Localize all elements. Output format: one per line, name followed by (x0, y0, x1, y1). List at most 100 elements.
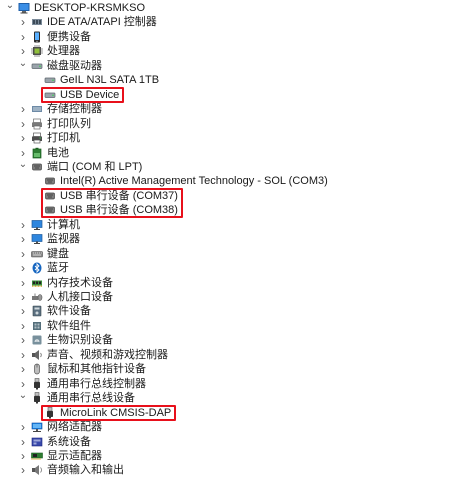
tree-item-label: Intel(R) Active Management Technology - … (60, 175, 328, 188)
keyboard-icon (31, 248, 43, 260)
usb-icon (31, 377, 43, 390)
tree-item-usb-ctrl[interactable]: › 通用串行总线控制器 (18, 377, 146, 391)
tree-item-ide[interactable]: › IDE ATA/ATAPI 控制器 (18, 15, 157, 29)
port-icon (44, 190, 56, 202)
tree-item-disk-geil[interactable]: GeIL N3L SATA 1TB (31, 73, 159, 87)
chevron-right-icon[interactable]: › (18, 261, 28, 275)
mouse-icon (31, 363, 43, 375)
chevron-right-icon[interactable]: › (18, 117, 28, 131)
software-component-icon (31, 320, 43, 332)
chevron-down-icon[interactable]: ⌄ (5, 0, 15, 13)
tree-item-label: 音频输入和输出 (47, 464, 124, 477)
tree-item-label: IDE ATA/ATAPI 控制器 (47, 16, 157, 29)
tree-item-computer-cat[interactable]: › 计算机 (18, 218, 80, 232)
bluetooth-icon (31, 262, 43, 274)
tree-item-system[interactable]: › 系统设备 (18, 435, 91, 449)
tree-item-label: 软件组件 (47, 319, 91, 332)
chevron-down-icon[interactable]: ⌄ (18, 157, 28, 171)
memory-icon (31, 277, 43, 289)
tree-item-microlink[interactable]: MicroLink CMSIS-DAP (31, 406, 171, 420)
chevron-right-icon[interactable]: › (18, 232, 28, 246)
chevron-right-icon[interactable]: › (18, 247, 28, 261)
tree-item-hid[interactable]: › 人机接口设备 (18, 290, 113, 304)
tree-item-printer[interactable]: › 打印机 (18, 131, 80, 145)
tree-item-port-intel[interactable]: Intel(R) Active Management Technology - … (31, 174, 328, 188)
tree-item-label: 打印机 (47, 132, 80, 145)
disk-drive-icon (31, 60, 43, 72)
tree-item-disk-usb[interactable]: USB Device (31, 88, 119, 102)
tree-item-storage-ctrl[interactable]: › 存储控制器 (18, 102, 102, 116)
tree-item-sound[interactable]: › 声音、视频和游戏控制器 (18, 348, 168, 362)
tree-item-port-com37[interactable]: USB 串行设备 (COM37) (31, 189, 178, 203)
printer-icon (31, 132, 43, 144)
chevron-right-icon[interactable]: › (18, 348, 28, 362)
tree-item-label: 鼠标和其他指针设备 (47, 363, 146, 376)
chevron-down-icon[interactable]: ⌄ (18, 56, 28, 70)
chevron-right-icon[interactable]: › (18, 333, 28, 347)
tree-item-monitors[interactable]: › 监视器 (18, 232, 80, 246)
tree-item-software-dev[interactable]: › 软件设备 (18, 304, 91, 318)
tree-item-label: 网络适配器 (47, 421, 102, 434)
tree-item-label: 蓝牙 (47, 262, 69, 275)
tree-item-label: 电池 (47, 146, 69, 159)
tree-item-mouse[interactable]: › 鼠标和其他指针设备 (18, 362, 146, 376)
chevron-right-icon[interactable]: › (18, 319, 28, 333)
tree-item-label: 显示适配器 (47, 449, 102, 462)
tree-item-network[interactable]: › 网络适配器 (18, 420, 102, 434)
chevron-right-icon[interactable]: › (18, 131, 28, 145)
tree-item-label: 存储控制器 (47, 103, 102, 116)
tree-item-audio-io[interactable]: › 音频输入和输出 (18, 463, 124, 477)
tree-item-software-comp[interactable]: › 软件组件 (18, 319, 91, 333)
chevron-right-icon[interactable]: › (18, 362, 28, 376)
chevron-right-icon[interactable]: › (18, 276, 28, 290)
tree-item-computer[interactable]: ⌄ DESKTOP-KRSMKSO (5, 0, 146, 15)
tree-item-label: 键盘 (47, 247, 69, 260)
tree-item-disk-drives[interactable]: ⌄ 磁盘驱动器 (18, 56, 102, 73)
tree-item-label: 人机接口设备 (47, 291, 113, 303)
tree-item-label: DESKTOP-KRSMKSO (34, 2, 146, 14)
tree-item-memory-tech[interactable]: › 内存技术设备 (18, 276, 113, 290)
chevron-right-icon[interactable]: › (18, 102, 28, 116)
software-device-icon (31, 305, 43, 317)
chevron-right-icon[interactable]: › (18, 435, 28, 449)
chevron-right-icon[interactable]: › (18, 15, 28, 29)
tree-item-bluetooth[interactable]: › 蓝牙 (18, 261, 69, 275)
tree-item-ports[interactable]: ⌄ 端口 (COM 和 LPT) (18, 157, 143, 174)
tree-item-label: USB Device (60, 88, 120, 101)
tree-item-label: 端口 (COM 和 LPT) (47, 160, 143, 173)
tree-item-label: 便携设备 (47, 30, 91, 43)
tree-item-print-queue[interactable]: › 打印队列 (18, 117, 91, 131)
port-icon (31, 161, 43, 173)
tree-item-label: 监视器 (47, 233, 80, 246)
portable-device-icon (31, 31, 43, 43)
tree-item-biometric[interactable]: › 生物识别设备 (18, 333, 113, 347)
monitor-icon (31, 219, 43, 231)
tree-item-label: 计算机 (47, 218, 80, 231)
tree-item-display[interactable]: › 显示适配器 (18, 449, 102, 463)
chevron-down-icon[interactable]: ⌄ (18, 389, 28, 403)
chevron-right-icon[interactable]: › (18, 463, 28, 477)
print-queue-icon (31, 118, 43, 130)
tree-item-port-com38[interactable]: USB 串行设备 (COM38) (31, 203, 178, 217)
chevron-right-icon[interactable]: › (18, 304, 28, 318)
tree-item-label: 软件设备 (47, 305, 91, 318)
chevron-right-icon[interactable]: › (18, 30, 28, 44)
chevron-right-icon[interactable]: › (18, 420, 28, 434)
device-tree: ⌄ DESKTOP-KRSMKSO › IDE ATA/ATAPI 控制器 › 便携设备 ›… (0, 0, 474, 477)
tree-item-portable[interactable]: › 便携设备 (18, 30, 91, 44)
usb-icon (31, 392, 43, 404)
chevron-right-icon[interactable]: › (18, 218, 28, 232)
chevron-right-icon[interactable]: › (18, 290, 28, 304)
monitor-icon (31, 233, 43, 245)
tree-item-label: 磁盘驱动器 (47, 59, 102, 72)
battery-icon (31, 147, 43, 159)
tree-item-usb-dev[interactable]: ⌄ 通用串行总线设备 (18, 389, 135, 405)
tree-item-label: 通用串行总线设备 (47, 392, 135, 405)
tree-item-keyboards[interactable]: › 键盘 (18, 247, 69, 261)
chevron-right-icon[interactable]: › (18, 449, 28, 463)
usb-icon (44, 406, 56, 419)
